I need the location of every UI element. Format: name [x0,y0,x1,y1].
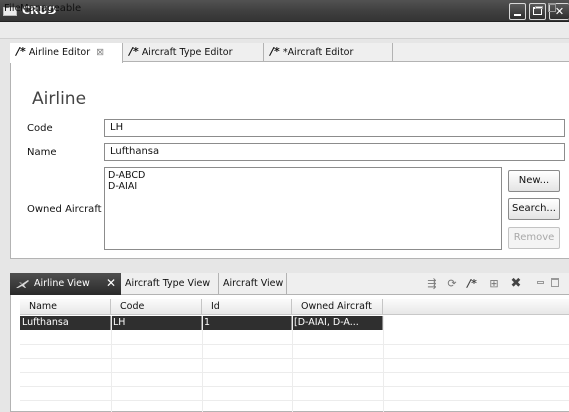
cell-code: LH [111,316,202,330]
cell-id: 1 [202,316,292,330]
tab-aircraft-editor[interactable]: /* *Aircraft Editor [264,43,393,62]
minimize-icon [514,14,521,16]
grid-line [20,358,569,359]
filter-icon[interactable]: ⇶ [424,277,440,291]
tab-airline-view[interactable]: Airline View ✕ [10,273,121,295]
cell-name: Lufthansa [20,316,111,330]
grid-line [20,344,569,345]
title-bar[interactable] [0,0,569,22]
column-header-code[interactable]: Code [111,299,202,315]
code-label: Code [27,123,53,134]
tab-airline-editor[interactable]: /* Airline Editor ⊠ [10,43,123,63]
tab-aircraft-type-editor[interactable]: /* Aircraft Type Editor [123,43,264,62]
search-button[interactable]: Search... [508,198,560,220]
new-button[interactable]: New... [508,170,560,192]
menu-file[interactable]: File [4,2,21,15]
owned-aircraft-label: Owned Aircraft [27,204,102,215]
editor-minimize-icon[interactable] [535,6,543,9]
column-header-name[interactable]: Name [20,299,111,315]
name-field[interactable]: Lufthansa [104,143,565,161]
dirty-edit-icon: /* [16,45,26,58]
tab-label: Aircraft Type View [125,278,211,289]
tab-label: Aircraft Type Editor [141,47,233,58]
code-field[interactable]: LH [104,119,565,137]
dirty-edit-icon: /* [270,45,280,58]
grid-line [292,316,293,412]
view-maximize-icon[interactable] [551,278,559,287]
column-header-filler [383,299,569,315]
tab-label: Airline View [34,278,90,289]
grid-line [111,316,112,412]
cell-owned-aircraft: [D-AIAI, D-A... [292,316,383,330]
grid-line [202,316,203,412]
grid-line [383,316,384,412]
table-header: Name Code Id Owned Aircraft [20,299,569,315]
view-minimize-icon[interactable] [537,281,544,284]
close-icon: ✕ [554,5,565,18]
remove-button[interactable]: Remove [508,227,560,249]
airplane-icon [16,280,29,288]
grid-line [20,372,569,373]
list-item[interactable]: D-AIAI [108,181,501,192]
owned-aircraft-list[interactable]: D-ABCD D-AIAI [104,167,502,250]
minimize-button[interactable] [509,3,526,20]
edit-icon[interactable]: /* [464,277,480,291]
editor-maximize-icon[interactable] [548,3,556,12]
menu-bar [0,22,569,39]
grid-line [20,400,569,401]
tab-label: Airline Editor [28,47,91,58]
name-label: Name [27,147,57,158]
close-icon[interactable]: ✕ [106,273,116,294]
tab-label: *Aircraft Editor [282,47,354,58]
refresh-icon[interactable]: ⟳ [444,277,460,291]
delete-icon[interactable]: ✖ [508,277,524,291]
tab-close-icon[interactable]: ⊠ [96,47,104,58]
table-row[interactable]: Lufthansa LH 1 [D-AIAI, D-A... [20,316,569,330]
editor-tab-strip: /* Airline Editor ⊠ /* Aircraft Type Edi… [10,43,569,63]
column-header-owned-aircraft[interactable]: Owned Aircraft [292,299,383,315]
form-title: Airline [32,89,87,109]
tab-aircraft-view[interactable]: Aircraft View [219,273,287,295]
menu-manageable[interactable]: Manageable [20,2,81,15]
dirty-edit-icon: /* [129,45,139,58]
add-icon[interactable]: ⊞ [486,277,502,291]
tab-aircraft-type-view[interactable]: Aircraft Type View [121,273,219,295]
tab-label: Aircraft View [223,278,284,289]
grid-line [20,386,569,387]
column-header-id[interactable]: Id [202,299,292,315]
list-item[interactable]: D-ABCD [108,170,501,181]
